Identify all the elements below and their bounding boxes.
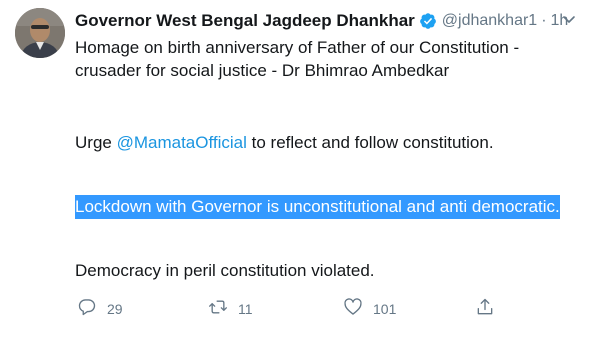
selected-text: Lockdown with Governor is unconstitution… (75, 195, 560, 219)
heart-icon (343, 297, 363, 320)
tweet-paragraph-3: Lockdown with Governor is unconstitution… (75, 195, 560, 219)
action-bar: 29 11 101 (75, 297, 495, 323)
retweet-count: 11 (238, 300, 253, 317)
like-button[interactable]: 101 (343, 297, 396, 320)
reply-count: 29 (107, 300, 123, 317)
retweet-icon (208, 297, 228, 320)
avatar[interactable] (15, 8, 65, 58)
mention-link[interactable]: @MamataOfficial (117, 133, 247, 152)
tweet-paragraph-4: Democracy in peril constitution violated… (75, 261, 375, 280)
reply-icon (77, 297, 97, 320)
text-prefix: Urge (75, 133, 117, 152)
author-handle[interactable]: @jdhankhar1 (442, 12, 537, 30)
tweet-text: Homage on birth anniversary of Father of… (75, 36, 580, 280)
retweet-button[interactable]: 11 (208, 297, 253, 320)
tweet-paragraph-2: Urge @MamataOfficial to reflect and foll… (75, 131, 494, 154)
like-count: 101 (373, 300, 397, 317)
tweet-card[interactable]: Governor West Bengal Jagdeep Dhankhar @j… (0, 0, 600, 338)
verified-badge-icon (419, 12, 437, 30)
chevron-down-icon[interactable] (561, 11, 577, 27)
reply-button[interactable]: 29 (77, 297, 123, 320)
tweet-paragraph-1: Homage on birth anniversary of Father of… (75, 38, 520, 80)
share-icon (475, 297, 495, 320)
share-button[interactable] (475, 297, 495, 320)
tweet-header: Governor West Bengal Jagdeep Dhankhar @j… (75, 9, 568, 33)
author-name[interactable]: Governor West Bengal Jagdeep Dhankhar (75, 11, 415, 31)
text-suffix: to reflect and follow constitution. (246, 133, 494, 152)
separator-dot: · (541, 12, 547, 29)
